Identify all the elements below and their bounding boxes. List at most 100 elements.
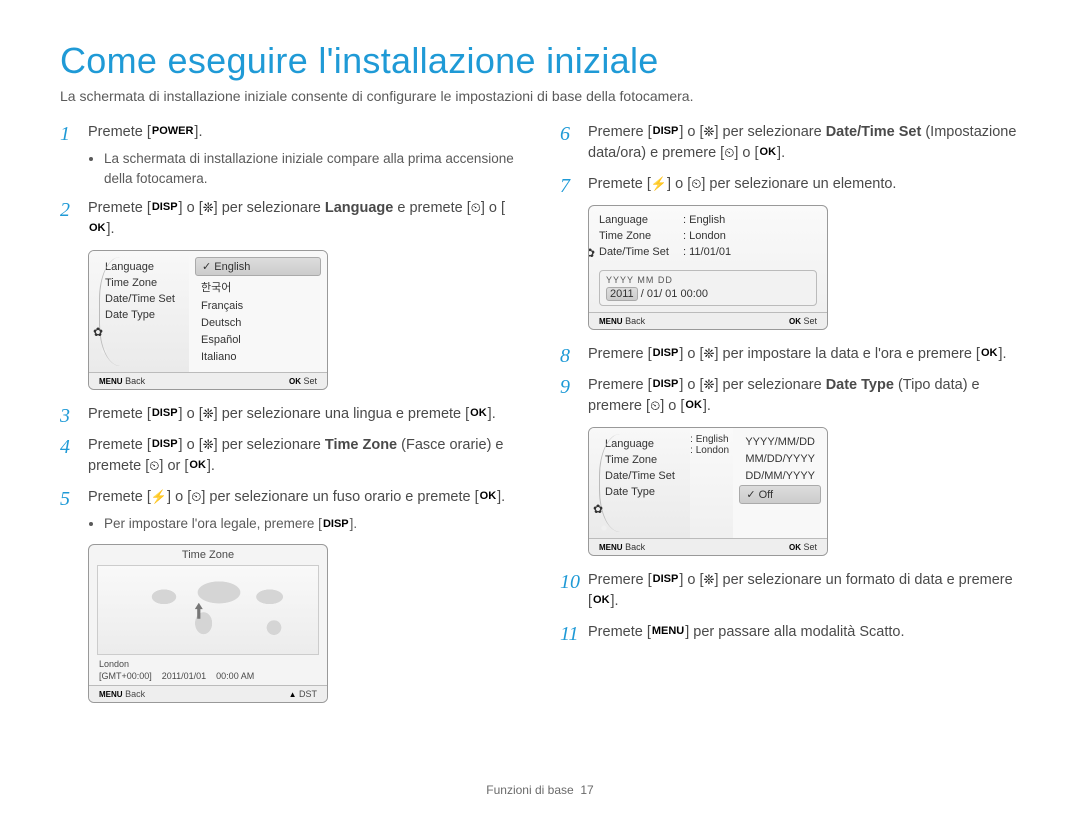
timezone-bold: Time Zone: [325, 437, 397, 453]
disp-button-label: DISP: [652, 346, 680, 362]
timer-icon: ⏲: [650, 397, 660, 416]
ss-footer-back: MENU Back: [99, 689, 145, 699]
ss-footer-back: MENU Back: [599, 542, 645, 552]
menu-button-label: MENU: [651, 624, 685, 640]
step-text: Premete [: [88, 124, 151, 140]
step-number: 9: [560, 373, 570, 402]
step-number: 7: [560, 172, 570, 201]
step-3: 3 Premete [DISP] o [❊] per selezionare u…: [60, 404, 520, 425]
timer-icon: ⏲: [471, 199, 481, 218]
macro-icon: ❊: [203, 405, 214, 424]
ss3-option-selected: ✓ Off: [739, 485, 821, 504]
ok-button-label: OK: [188, 458, 207, 474]
ss3-value: : London: [690, 445, 733, 456]
screenshot-datetime: Language Time Zone Date/Time Set ✿ : Eng…: [588, 205, 828, 330]
disp-button-label: DISP: [151, 200, 179, 216]
ss3-option: YYYY/MM/DD: [739, 434, 821, 450]
macro-icon: ❊: [704, 376, 715, 395]
ss3-label: Date Type: [595, 484, 684, 500]
ss1-option: 한국어: [195, 277, 321, 297]
tz-time: 00:00 AM: [216, 671, 254, 681]
datetimeset-bold: Date/Time Set: [826, 124, 922, 140]
step-5: 5 Premete [⚡] o [⏲] per selezionare un f…: [60, 487, 520, 534]
tz-gmt: [GMT+00:00]: [99, 671, 152, 681]
macro-icon: ❊: [704, 571, 715, 590]
step-number: 5: [60, 485, 70, 514]
step-number: 1: [60, 120, 70, 149]
world-map: [97, 565, 319, 655]
ss1-left-row: Date/Time Set: [95, 291, 183, 307]
ss1-option: Español: [195, 332, 321, 348]
date-editor: YYYY MM DD 2011 / 01/ 01 00:00: [599, 270, 817, 306]
page-subtitle: La schermata di installazione iniziale c…: [60, 88, 1020, 104]
ss-footer-set: OK Set: [289, 376, 317, 386]
ok-button-label: OK: [479, 489, 498, 505]
gear-icon: ✿: [93, 325, 107, 339]
date-rest: / 01/ 01 00:00: [641, 288, 708, 300]
macro-icon: ❊: [203, 199, 214, 218]
ss1-left-row: Date Type: [95, 307, 183, 323]
footer-section: Funzioni di base: [486, 783, 573, 797]
step-5-note: Per impostare l'ora legale, premere [DIS…: [104, 514, 520, 534]
ss2-value: : 11/01/01: [683, 244, 823, 260]
ss3-label: Time Zone: [595, 452, 684, 468]
tz-date: 2011/01/01: [162, 671, 206, 681]
ss-footer-back: MENU Back: [99, 376, 145, 386]
footer-page: 17: [580, 783, 593, 797]
macro-icon: ❊: [203, 436, 214, 455]
ss1-left-row: Language: [95, 259, 183, 275]
step-number: 8: [560, 342, 570, 371]
step-6: 6 Premere [DISP] o [❊] per selezionare D…: [560, 122, 1020, 164]
tz-title: Time Zone: [89, 545, 327, 565]
ss2-label: Language: [599, 212, 675, 228]
flash-icon: ⚡: [651, 175, 667, 194]
step-8: 8 Premere [DISP] o [❊] per impostare la …: [560, 344, 1020, 365]
ss3-option: DD/MM/YYYY: [739, 468, 821, 484]
gear-icon: ✿: [588, 246, 595, 260]
macro-icon: ❊: [704, 123, 715, 142]
ss-footer-set: OK Set: [789, 316, 817, 326]
date-year-selected: 2011: [606, 287, 638, 301]
step-2: 2 Premete [DISP] o [❊] per selezionare L…: [60, 198, 520, 240]
screenshot-datetype: Language Time Zone Date/Time Set Date Ty…: [588, 427, 828, 556]
tz-city: London: [99, 659, 317, 669]
ss-footer-back: MENU Back: [599, 316, 645, 326]
page-title: Come eseguire l'installazione iniziale: [60, 40, 1020, 82]
ok-button-label: OK: [592, 593, 611, 609]
ss3-label: Date/Time Set: [595, 468, 684, 484]
ss3-option: MM/DD/YYYY: [739, 451, 821, 467]
page-footer: Funzioni di base 17: [0, 783, 1080, 797]
step-7: 7 Premete [⚡] o [⏲] per selezionare un e…: [560, 174, 1020, 195]
disp-button-label: DISP: [652, 572, 680, 588]
date-header: YYYY MM DD: [606, 275, 810, 285]
step-number: 11: [560, 620, 579, 649]
language-bold: Language: [325, 200, 393, 216]
step-1-note: La schermata di installazione iniziale c…: [104, 149, 520, 188]
disp-button-label: DISP: [322, 517, 350, 533]
left-column: 1 Premete [POWER]. La schermata di insta…: [60, 122, 520, 717]
step-number: 10: [560, 568, 580, 597]
ss1-option-selected: ✓ English: [195, 257, 321, 276]
ss1-option: Deutsch: [195, 315, 321, 331]
ss-footer-set: OK Set: [789, 542, 817, 552]
macro-icon: ❊: [704, 345, 715, 364]
ok-button-label: OK: [980, 346, 999, 362]
timer-icon: ⏲: [691, 175, 701, 194]
step-9: 9 Premere [DISP] o [❊] per selezionare D…: [560, 375, 1020, 417]
ss-footer-dst: ▲ DST: [289, 689, 317, 699]
screenshot-language: Language Time Zone Date/Time Set Date Ty…: [88, 250, 328, 390]
step-4: 4 Premete [DISP] o [❊] per selezionare T…: [60, 435, 520, 477]
disp-button-label: DISP: [652, 377, 680, 393]
ok-button-label: OK: [759, 145, 778, 161]
timer-icon: ⏲: [191, 488, 201, 507]
ok-button-label: OK: [684, 398, 703, 414]
ss1-option: Français: [195, 298, 321, 314]
power-button-label: POWER: [151, 124, 195, 140]
step-number: 2: [60, 196, 70, 225]
ss2-label: Time Zone: [599, 228, 675, 244]
step-number: 3: [60, 402, 70, 431]
step-number: 4: [60, 433, 70, 462]
flash-icon: ⚡: [151, 488, 167, 507]
ss3-value: : English: [690, 434, 733, 445]
step-number: 6: [560, 120, 570, 149]
